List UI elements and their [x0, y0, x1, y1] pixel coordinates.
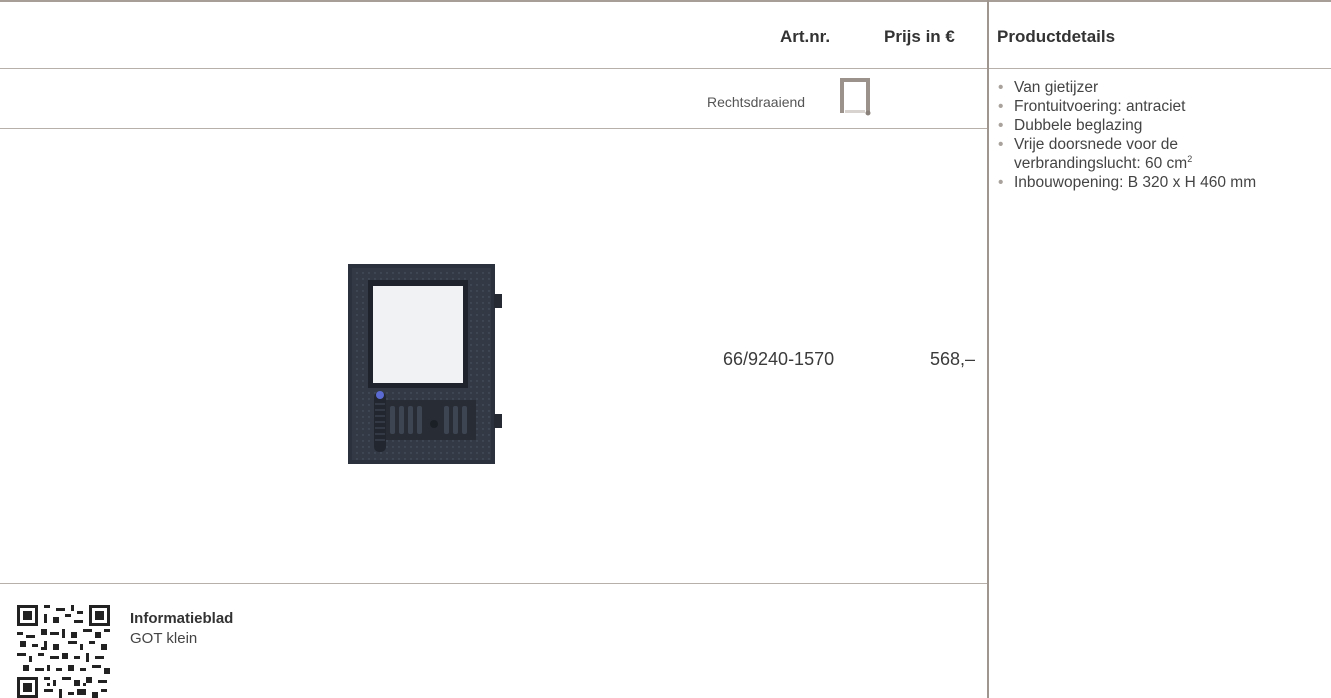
info-sheet-title[interactable]: Informatieblad [130, 610, 233, 627]
product-table: Art.nr. Prijs in € Rechtsdraaiend 66/924… [0, 0, 987, 698]
details-list: • Van gietijzer • Frontuitvoering: antraci… [997, 78, 1331, 192]
details-item: • Van gietijzer [998, 79, 1099, 96]
details-divider [989, 68, 1331, 69]
price-column-header: Prijs in € [884, 27, 955, 46]
variant-divider [0, 128, 987, 129]
details-heading: Productdetails [997, 27, 1116, 46]
details-item: • Inbouwopening: B 320 x H 460 mm [998, 174, 1257, 191]
price-value: 568,– [930, 349, 976, 369]
door-right-hinge-icon [840, 78, 871, 116]
details-item: • Dubbele beglazing [998, 117, 1143, 134]
product-details-panel: Productdetails • Van gietijzer • Frontuitv… [989, 0, 1331, 698]
direction-label: Rechtsdraaiend [707, 94, 806, 110]
product-divider [0, 583, 987, 584]
info-sheet-subtitle: GOT klein [130, 630, 198, 647]
qr-code[interactable] [17, 605, 110, 698]
artnr-column-header: Art.nr. [780, 27, 831, 46]
header-divider [0, 68, 987, 69]
stove-door-image [348, 264, 502, 464]
artnr-value: 66/9240-1570 [723, 349, 835, 369]
details-item: • Frontuitvoering: antraciet [998, 98, 1186, 115]
details-item: • Vrije doorsnede voor de verbrandingsluch… [998, 136, 1193, 172]
